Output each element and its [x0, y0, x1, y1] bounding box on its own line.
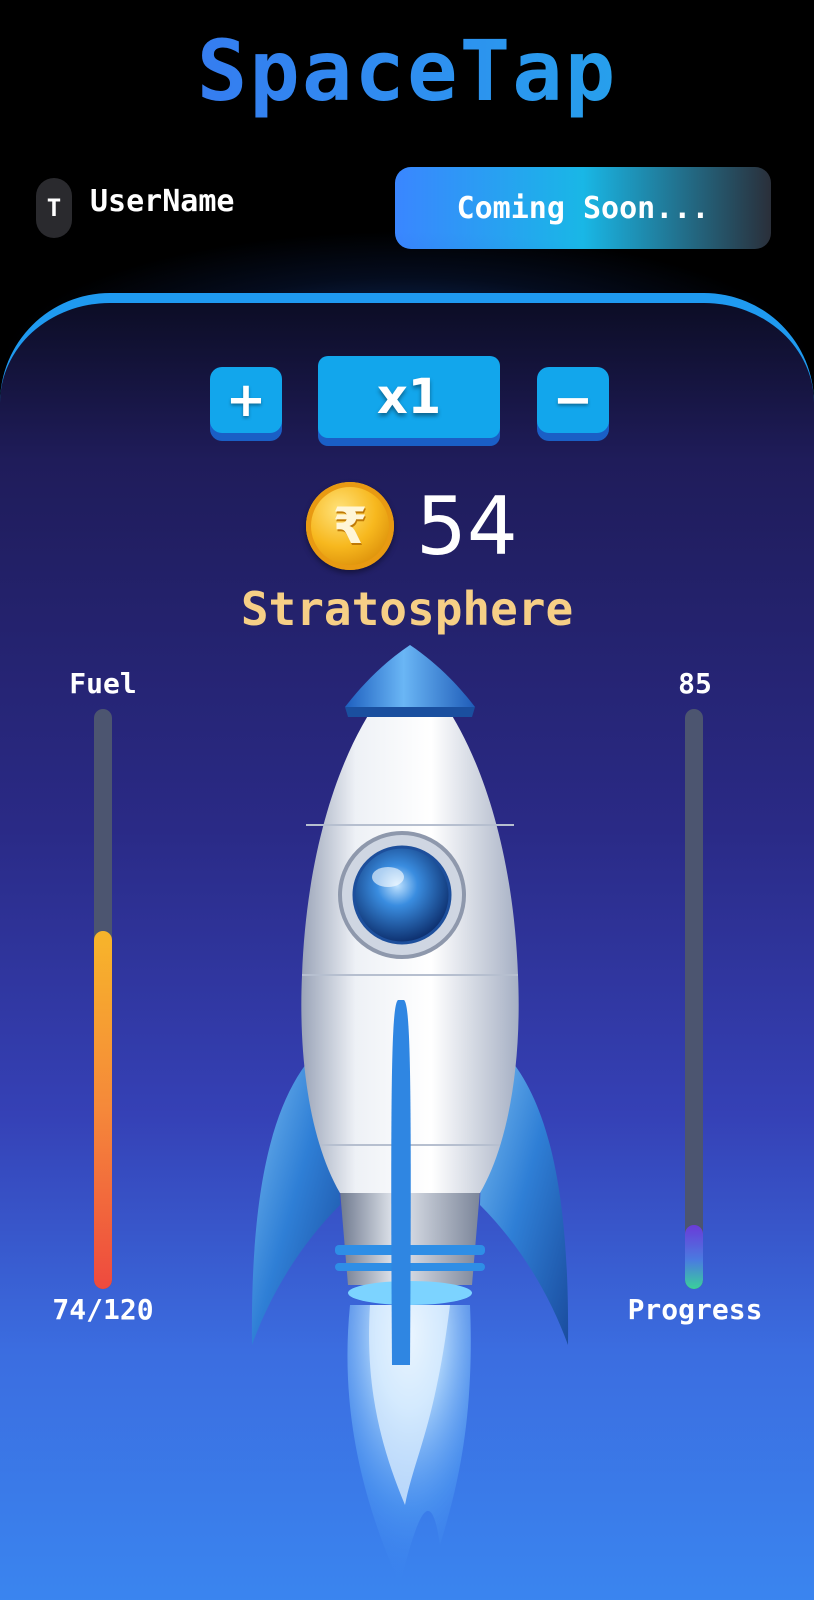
user-avatar[interactable]: T: [36, 178, 72, 238]
increase-multiplier-button[interactable]: +: [210, 367, 282, 433]
progress-label: Progress: [627, 1293, 763, 1326]
fuel-label: Fuel: [69, 667, 137, 700]
decrease-multiplier-button[interactable]: −: [537, 367, 609, 433]
fuel-value: 74/120: [52, 1293, 154, 1326]
progress-bar: [685, 709, 703, 1289]
fuel-bar-fill: [94, 931, 112, 1289]
rocket-icon[interactable]: [240, 645, 580, 1595]
level-name: Stratosphere: [240, 582, 574, 636]
coin-balance: 54: [416, 480, 518, 573]
rupee-coin-icon: ₹: [306, 482, 394, 570]
progress-bar-fill: [685, 1225, 703, 1289]
app-title: SpaceTap: [0, 22, 814, 132]
user-name: UserName: [90, 184, 235, 219]
fuel-bar: [94, 709, 112, 1289]
progress-value: 85: [678, 667, 712, 700]
multiplier-value: x1: [318, 356, 500, 438]
